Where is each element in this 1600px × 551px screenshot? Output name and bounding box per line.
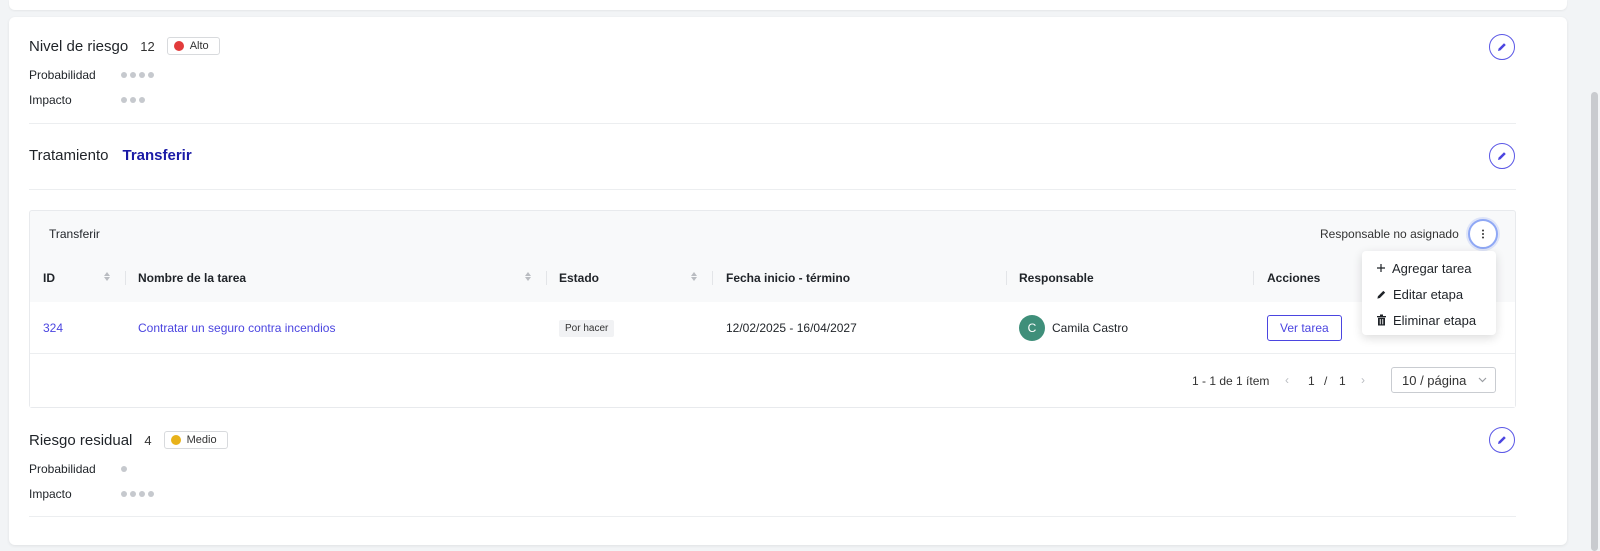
task-dates: 12/02/2025 - 16/04/2027	[726, 321, 857, 335]
section-divider	[29, 516, 1516, 517]
column-separator	[546, 271, 547, 285]
impact-dot	[121, 491, 127, 497]
next-page-icon[interactable]: ›	[1361, 373, 1365, 387]
stage-panel: Transferir Responsable no asignado ID No…	[29, 210, 1516, 408]
risk-impact-label: Impacto	[29, 93, 72, 107]
menu-item-edit-stage[interactable]: Editar etapa	[1362, 281, 1496, 307]
pagination-summary: 1 - 1 de 1 ítem	[1192, 374, 1270, 388]
column-separator	[1253, 271, 1254, 285]
risk-level-badge-dot	[173, 41, 184, 51]
pencil-icon	[1498, 152, 1506, 160]
impact-dot	[121, 97, 127, 103]
impact-dot	[139, 491, 145, 497]
risk-level-title: Nivel de riesgo	[29, 37, 129, 55]
menu-item-add-task[interactable]: Agregar tarea	[1362, 255, 1496, 281]
impact-dot	[148, 491, 154, 497]
residual-impact-dots	[121, 491, 154, 497]
pagination-separator: /	[1324, 374, 1328, 388]
stage-table-body: 324 Contratar un seguro contra incendios…	[30, 302, 1515, 407]
column-header-task-name: Nombre de la tarea	[138, 271, 247, 285]
probability-dot	[121, 72, 127, 78]
menu-item-label: Eliminar etapa	[1393, 312, 1477, 328]
stage-options-menu: Agregar tarea Editar etapa Eliminar etap…	[1362, 251, 1496, 335]
impact-dot	[139, 97, 145, 103]
edit-risk-level-button[interactable]	[1489, 34, 1515, 60]
column-header-responsible: Responsable	[1019, 271, 1094, 285]
risk-impact-dots	[121, 97, 145, 103]
pencil-icon	[1377, 290, 1386, 299]
residual-probability-dots	[121, 466, 127, 472]
pagination-current[interactable]: 1	[1308, 374, 1315, 388]
column-separator	[1006, 271, 1007, 285]
menu-item-label: Editar etapa	[1393, 286, 1464, 302]
column-header-id: ID	[43, 271, 55, 285]
task-status-tag: Por hacer	[559, 320, 615, 337]
impact-dot	[130, 491, 136, 497]
stage-name: Transferir	[49, 227, 100, 241]
stage-responsible-status: Responsable no asignado	[1320, 227, 1459, 241]
sort-icon[interactable]	[525, 272, 531, 281]
edit-treatment-button[interactable]	[1489, 143, 1515, 169]
menu-item-label: Agregar tarea	[1392, 260, 1472, 276]
trash-icon	[1377, 314, 1386, 326]
residual-probability-label: Probabilidad	[29, 462, 96, 476]
sort-icon[interactable]	[691, 272, 697, 281]
residual-impact-label: Impacto	[29, 487, 72, 501]
previous-page-icon[interactable]: ‹	[1285, 373, 1289, 387]
pagination-total: 1	[1339, 374, 1346, 388]
page-size-select[interactable]: 10 / página	[1391, 367, 1496, 393]
residual-risk-score: 4	[144, 432, 152, 448]
column-header-dates: Fecha inicio - término	[726, 271, 851, 285]
risk-level-score: 12	[140, 38, 155, 54]
probability-dot	[121, 466, 127, 472]
task-name-link[interactable]: Contratar un seguro contra incendios	[138, 321, 335, 335]
edit-residual-risk-button[interactable]	[1489, 427, 1515, 453]
column-header-actions: Acciones	[1267, 271, 1321, 285]
column-separator	[712, 271, 713, 285]
treatment-title: Tratamiento	[29, 147, 109, 164]
table-row: 324 Contratar un seguro contra incendios…	[30, 302, 1515, 354]
column-header-status: Estado	[559, 271, 600, 285]
probability-dot	[130, 72, 136, 78]
risk-level-badge: Alto	[166, 37, 220, 55]
task-responsible-name: Camila Castro	[1052, 321, 1129, 335]
vertical-scrollbar[interactable]	[1589, 0, 1600, 551]
sort-icon[interactable]	[104, 272, 110, 281]
task-id-link[interactable]: 324	[43, 321, 63, 335]
page-size-value: 10 / página	[1402, 372, 1467, 388]
view-task-button[interactable]: Ver tarea	[1267, 315, 1342, 341]
residual-risk-badge-label: Medio	[186, 434, 217, 446]
section-divider	[29, 123, 1516, 124]
pencil-icon	[1498, 436, 1506, 444]
more-vertical-icon	[1482, 229, 1484, 239]
pencil-icon	[1498, 43, 1506, 51]
risk-level-header: Nivel de riesgo 12 Alto	[29, 37, 220, 55]
treatment-header: Tratamiento Transferir	[29, 147, 192, 164]
residual-risk-header: Riesgo residual 4 Medio	[29, 431, 228, 449]
residual-risk-title: Riesgo residual	[29, 431, 133, 449]
previous-card-edge	[9, 0, 1567, 10]
scrollbar-thumb[interactable]	[1591, 92, 1598, 551]
impact-dot	[130, 97, 136, 103]
residual-risk-badge-dot	[170, 435, 181, 445]
stage-options-button[interactable]	[1468, 219, 1498, 249]
menu-item-delete-stage[interactable]: Eliminar etapa	[1362, 307, 1496, 333]
probability-dot	[148, 72, 154, 78]
plus-icon	[1377, 264, 1385, 272]
avatar: C	[1019, 315, 1045, 341]
column-separator	[125, 271, 126, 285]
section-divider	[29, 189, 1516, 190]
residual-risk-badge: Medio	[163, 431, 228, 449]
chevron-down-icon	[1478, 377, 1487, 383]
risk-level-badge-label: Alto	[189, 40, 209, 52]
risk-probability-label: Probabilidad	[29, 68, 96, 82]
treatment-value: Transferir	[122, 147, 192, 164]
probability-dot	[139, 72, 145, 78]
risk-probability-dots	[121, 72, 154, 78]
